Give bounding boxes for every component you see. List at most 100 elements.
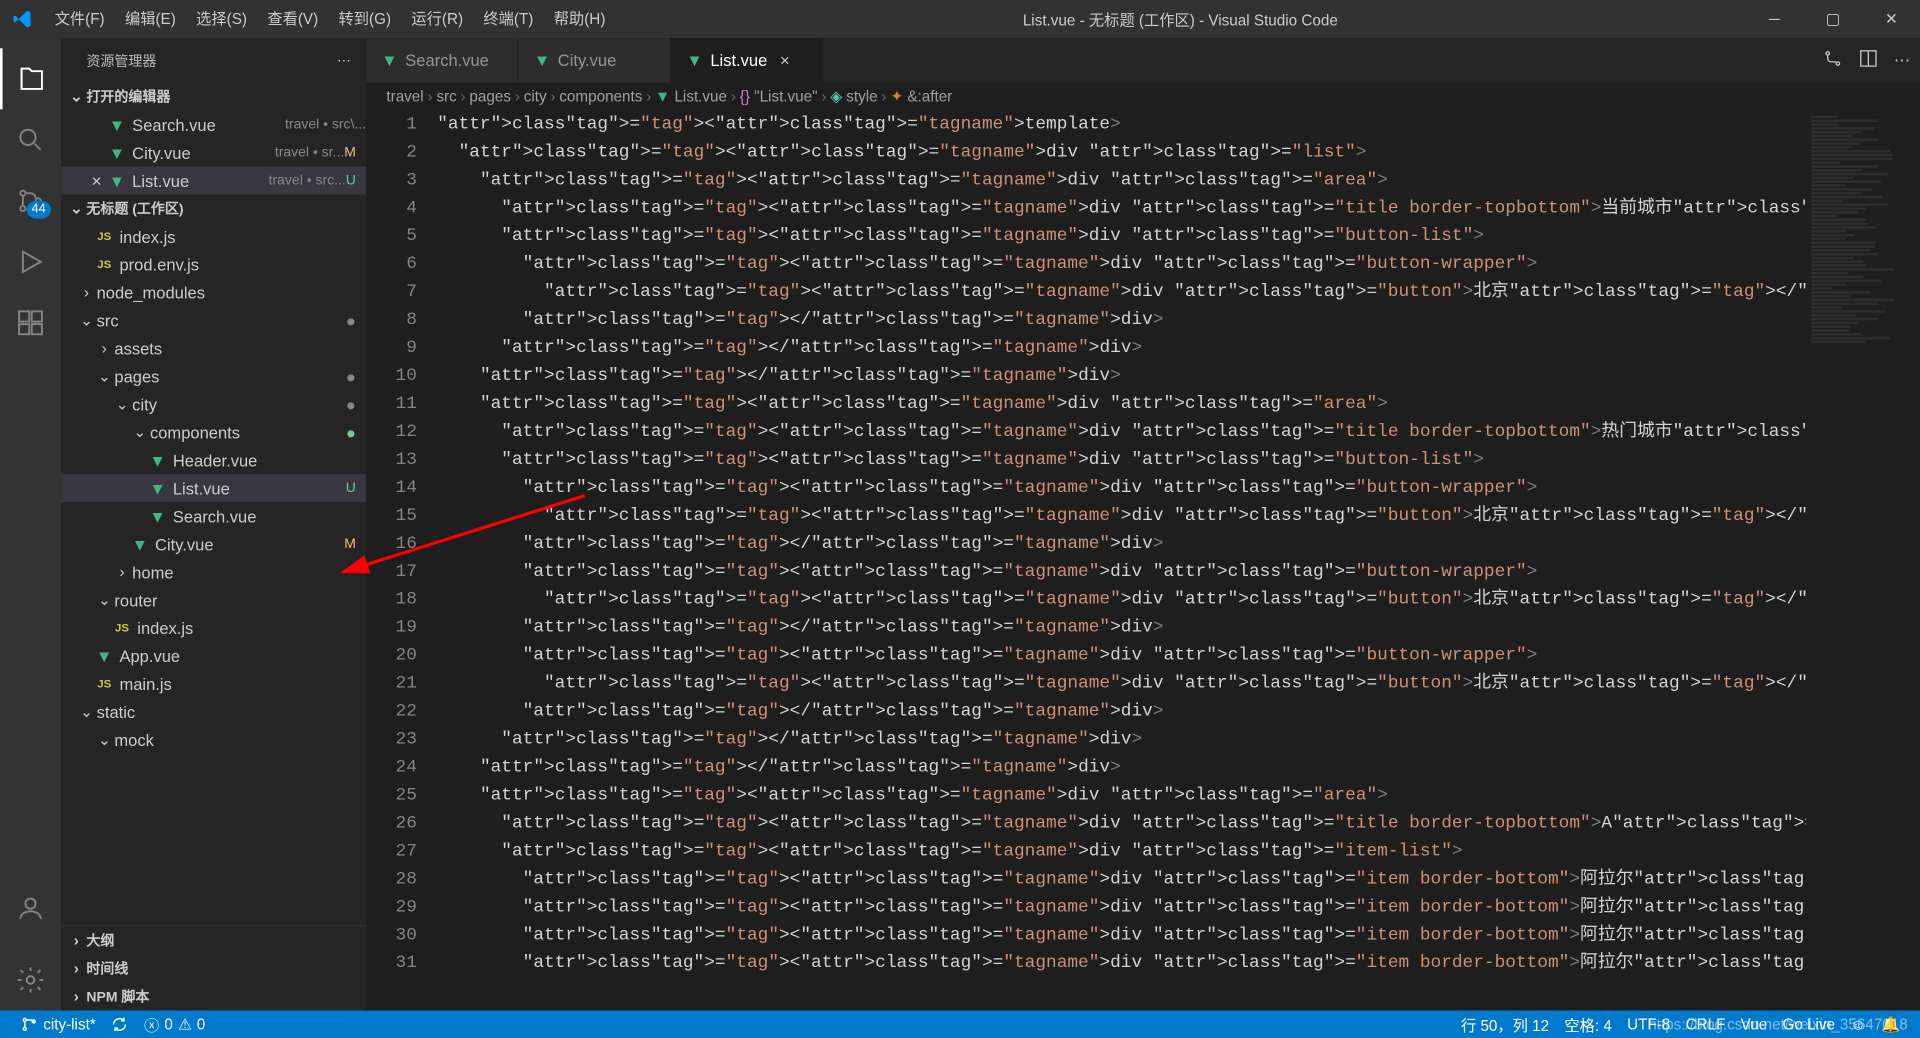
tree-item[interactable]: ›home <box>61 558 366 586</box>
breadcrumb-item[interactable]: pages <box>469 88 511 106</box>
tree-item[interactable]: ⌄mock <box>61 726 366 754</box>
section-header[interactable]: ›大纲 <box>61 927 366 955</box>
file-status: M <box>344 536 356 551</box>
menu-item[interactable]: 终端(T) <box>473 0 543 38</box>
minimize-button[interactable]: ─ <box>1745 0 1803 38</box>
git-branch[interactable]: city-list* <box>13 1016 104 1034</box>
file-path: travel • src\... <box>285 117 366 132</box>
js-file-icon: JS <box>94 258 114 271</box>
folder-chevron-icon: › <box>112 563 132 581</box>
split-editor-icon[interactable] <box>1858 48 1878 72</box>
sync-icon[interactable] <box>103 1016 136 1034</box>
window-title: List.vue - 无标题 (工作区) - Visual Studio Cod… <box>616 8 1746 30</box>
breadcrumbs[interactable]: travel›src›pages›city›components›▼ List.… <box>366 83 1920 111</box>
tree-item[interactable]: ›node_modules <box>61 278 366 306</box>
editor-tab[interactable]: ▼City.vue <box>519 38 672 82</box>
folder-chevron-icon: › <box>94 339 114 357</box>
code-content[interactable]: "attr">class"tag">="tag"><"attr">class"t… <box>437 111 1806 1011</box>
file-status: U <box>346 480 356 495</box>
explorer-icon[interactable] <box>0 48 61 109</box>
js-file-icon: JS <box>94 230 114 243</box>
modified-dot-icon: ● <box>346 395 356 414</box>
vue-file-icon: ▼ <box>381 51 397 70</box>
maximize-button[interactable]: ▢ <box>1804 0 1862 38</box>
workspace-header[interactable]: ⌄无标题 (工作区) <box>61 194 366 222</box>
tree-item[interactable]: ▼Header.vue <box>61 446 366 474</box>
breadcrumb-item[interactable]: components <box>559 88 642 106</box>
file-name: prod.env.js <box>119 255 366 274</box>
breadcrumb-item[interactable]: travel <box>386 88 423 106</box>
search-icon[interactable] <box>0 109 61 170</box>
editor-tab[interactable]: ▼List.vue× <box>671 38 824 82</box>
tab-label: List.vue <box>710 51 767 70</box>
breadcrumb-item[interactable]: src <box>436 88 456 106</box>
breadcrumb-item[interactable]: ▼ List.vue <box>655 88 727 106</box>
vue-file-icon: ▼ <box>94 646 114 665</box>
editor-more-icon[interactable]: ⋯ <box>1894 50 1911 70</box>
sidebar-more-icon[interactable]: ⋯ <box>337 52 351 69</box>
folder-chevron-icon: ⌄ <box>94 731 114 749</box>
tree-item[interactable]: ⌄static <box>61 698 366 726</box>
vue-file-icon: ▼ <box>147 479 167 498</box>
tree-item[interactable]: JSindex.js <box>61 222 366 250</box>
run-debug-icon[interactable] <box>0 231 61 292</box>
file-status: U <box>346 173 356 188</box>
file-name: City.vue <box>132 143 270 162</box>
file-name: Search.vue <box>132 115 280 134</box>
folder-name: city <box>132 395 346 414</box>
tree-item[interactable]: JS prod.env.js <box>61 250 366 278</box>
section-header[interactable]: ›NPM 脚本 <box>61 982 366 1010</box>
source-control-icon[interactable]: 44 <box>0 170 61 231</box>
editor-tab[interactable]: ▼Search.vue <box>366 38 519 82</box>
folder-name: home <box>132 562 366 581</box>
breadcrumb-item[interactable]: ◈ style <box>830 88 877 106</box>
tree-item[interactable]: ▼City.vueM <box>61 530 366 558</box>
statusbar: city-list* ⓧ0 ⚠0 行 50，列 12 空格: 4 UTF-8 C… <box>0 1010 1920 1038</box>
compare-changes-icon[interactable] <box>1823 48 1843 72</box>
tree-item[interactable]: JSindex.js <box>61 614 366 642</box>
file-path: travel • sr... <box>275 145 344 160</box>
activitybar: 44 <box>0 38 61 1010</box>
tree-item[interactable]: ⌄pages● <box>61 362 366 390</box>
tab-close-icon[interactable]: × <box>780 51 790 70</box>
file-name: Header.vue <box>173 451 366 470</box>
tree-item[interactable]: ›assets <box>61 334 366 362</box>
extensions-icon[interactable] <box>0 292 61 353</box>
menu-item[interactable]: 编辑(E) <box>115 0 186 38</box>
menu-item[interactable]: 帮助(H) <box>544 0 616 38</box>
tree-item[interactable]: ⌄router <box>61 586 366 614</box>
folder-name: mock <box>114 730 366 749</box>
open-editor-item[interactable]: ▼ City.vue travel • sr...M <box>61 139 366 167</box>
open-editors-header[interactable]: ⌄打开的编辑器 <box>61 83 366 111</box>
menu-item[interactable]: 运行(R) <box>401 0 473 38</box>
breadcrumb-item[interactable]: {} "List.vue" <box>740 88 818 106</box>
minimap[interactable] <box>1806 111 1920 1011</box>
section-header[interactable]: ›时间线 <box>61 955 366 983</box>
open-editor-item[interactable]: ×▼ List.vue travel • src...U <box>61 167 366 195</box>
modified-dot-icon: ● <box>346 311 356 330</box>
editor-tabs: ▼Search.vue▼City.vue ▼ List.vue × ⋯ <box>366 38 1920 82</box>
breadcrumb-item[interactable]: ✦ &:after <box>890 88 952 106</box>
close-button[interactable]: ✕ <box>1862 0 1920 38</box>
menu-item[interactable]: 转到(G) <box>328 0 401 38</box>
settings-gear-icon[interactable] <box>0 949 61 1010</box>
menubar: 文件(F)编辑(E)选择(S)查看(V)转到(G)运行(R)终端(T)帮助(H) <box>44 0 615 38</box>
close-icon[interactable]: × <box>86 170 106 190</box>
tree-item[interactable]: ▼ List.vueU <box>61 474 366 502</box>
folder-name: components <box>150 423 346 442</box>
menu-item[interactable]: 文件(F) <box>44 0 114 38</box>
tree-item[interactable]: ⌄components● <box>61 418 366 446</box>
tree-item[interactable]: ▼App.vue <box>61 642 366 670</box>
breadcrumb-item[interactable]: city <box>524 88 547 106</box>
folder-chevron-icon: ⌄ <box>76 311 96 329</box>
tree-item[interactable]: JSmain.js <box>61 670 366 698</box>
file-name: List.vue <box>173 479 346 498</box>
tree-item[interactable]: ⌄src● <box>61 306 366 334</box>
accounts-icon[interactable] <box>0 878 61 939</box>
tree-item[interactable]: ▼Search.vue <box>61 502 366 530</box>
tree-item[interactable]: ⌄city● <box>61 390 366 418</box>
menu-item[interactable]: 选择(S) <box>186 0 257 38</box>
open-editor-item[interactable]: ▼ Search.vue travel • src\... <box>61 111 366 139</box>
folder-chevron-icon: ⌄ <box>130 423 150 441</box>
menu-item[interactable]: 查看(V) <box>257 0 328 38</box>
